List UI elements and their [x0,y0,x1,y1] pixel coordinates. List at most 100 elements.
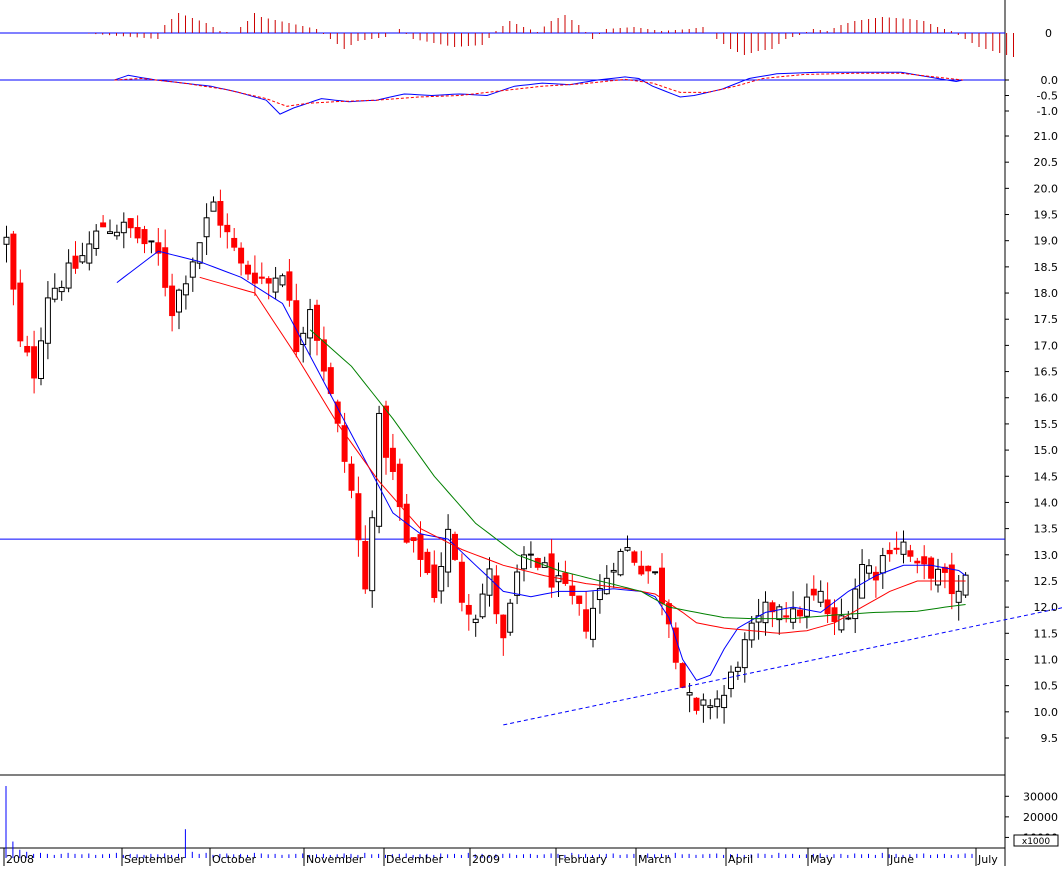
candle-down [383,405,389,458]
candle-up [859,564,866,599]
candle-up [507,602,514,633]
price-tick-label: 10.5 [1034,680,1059,693]
candle-up [58,286,65,293]
candle-up [203,217,210,238]
candle-down [907,550,914,557]
candle-up [486,568,493,596]
candle-down [251,272,258,284]
candle-down [355,493,362,541]
volume-units-label: x1000 [1022,837,1051,847]
x-axis-month-label: June [889,853,914,866]
candle-up [714,698,721,708]
candle-down [583,609,590,632]
volume-tick-label: 20000 [1023,811,1058,824]
candle-up [707,705,714,708]
candle-down [797,609,803,617]
price-tick-label: 14.0 [1034,496,1059,509]
candle-down [245,264,251,275]
candle-up [51,287,58,300]
x-axis-month-label: December [386,853,444,866]
candle-up [790,608,797,623]
price-tick-label: 10.0 [1034,706,1059,719]
price-tick-label: 20.5 [1034,156,1059,169]
candle-down [396,463,403,508]
x-axis-month-label: 2008 [6,853,34,866]
candle-down [314,304,320,341]
macd-signal-line [114,72,964,107]
volume-tick-label: 30000 [1023,790,1058,803]
candle-up [279,275,286,286]
candle-up [44,297,51,344]
candle-up [272,277,279,293]
candle-down [928,557,935,579]
candle-down [424,551,431,574]
x-axis-month-label: July [977,853,998,866]
candle-down [693,697,700,711]
candle-down [631,551,638,563]
x-axis-month-label: February [558,853,607,866]
candle-down [320,339,327,372]
candle-up [686,692,693,696]
candle-up [376,412,383,527]
candle-down [217,201,224,226]
candle-down [576,595,583,604]
candle-down [286,271,293,301]
candle-up [845,617,852,620]
candle-down [17,282,24,342]
candle-up [817,590,824,603]
candle-up [369,517,376,592]
candle-down [24,345,31,353]
candle-up [741,639,748,669]
candle-up [79,255,86,263]
price-tick-label: 16.5 [1034,366,1059,379]
candle-up [3,236,10,245]
histogram-zero-label: 0 [1045,27,1052,40]
support-trendline [503,607,1062,726]
candle-down [431,564,438,598]
candle-down [679,663,686,688]
x-axis-month-label: March [638,853,672,866]
candle-up [728,671,734,690]
candle-down [569,585,576,596]
candle-down [458,561,465,603]
candle-up [900,541,907,555]
x-axis-month-label: April [728,853,753,866]
candle-up [734,666,741,672]
x-axis-month-label: May [810,853,833,866]
candle-down [921,556,928,565]
candle-down [562,572,569,584]
candle-up [866,565,872,574]
candle-up [617,550,624,576]
candle-up [107,231,113,235]
candle-down [127,218,134,229]
candle-down [548,553,555,588]
candle-up [721,694,728,709]
candle-up [196,242,203,264]
candle-down [327,367,334,394]
candle-up [120,221,127,234]
candle-down [100,222,107,228]
candle-down [134,227,141,239]
price-tick-label: 11.0 [1034,653,1059,666]
candle-down [645,565,652,572]
candle-up [189,261,196,278]
candle-up [182,283,189,296]
candle-up [438,566,445,592]
price-tick-label: 11.5 [1034,627,1059,640]
candle-up [445,528,452,573]
candle-up [65,262,72,289]
candle-down [258,276,265,279]
candle-up [748,622,755,641]
candle-up [962,574,969,596]
candle-down [914,560,921,564]
price-tick-label: 16.0 [1034,392,1059,405]
price-tick-label: 15.0 [1034,444,1059,457]
candle-down [500,614,507,639]
candle-down [224,224,231,233]
candle-up [610,569,617,573]
candle-down [31,346,38,379]
macd-tick-label: -0.5 [1037,90,1058,103]
candle-up [514,571,521,596]
price-tick-label: 17.5 [1034,313,1059,326]
candle-up [776,606,783,621]
